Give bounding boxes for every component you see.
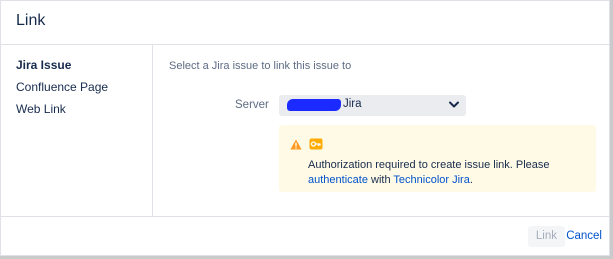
link-type-nav: Jira Issue Confluence Page Web Link [1, 45, 153, 217]
auth-warning: Authorization required to create issue l… [279, 125, 596, 192]
server-row: Server Jira [153, 95, 609, 119]
link-dialog: Link Jira Issue Confluence Page Web Link… [0, 0, 610, 256]
server-label: Server [235, 99, 269, 111]
warning-text-before: Authorization required to create issue l… [308, 159, 550, 171]
instructions-text: Select a Jira issue to link this issue t… [169, 60, 352, 72]
key-icon [309, 137, 323, 155]
cancel-button[interactable]: Cancel [566, 226, 602, 247]
warning-text-mid: with [371, 174, 391, 186]
warning-text-end: . [469, 174, 473, 186]
jira-issue-panel: Select a Jira issue to link this issue t… [153, 45, 609, 217]
authenticate-link[interactable]: authenticate [308, 174, 368, 186]
server-select-value: Jira [343, 98, 362, 110]
server-select[interactable]: Jira [279, 95, 466, 116]
dialog-title: Link [16, 12, 46, 29]
nav-item-web-link[interactable]: Web Link [1, 100, 152, 122]
chevron-down-icon [448, 100, 460, 113]
warning-icon [290, 137, 302, 155]
nav-item-confluence-page[interactable]: Confluence Page [1, 78, 152, 100]
nav-item-jira-issue[interactable]: Jira Issue [1, 56, 152, 78]
dialog-header: Link [1, 1, 609, 45]
dialog-footer: Link Cancel [1, 216, 609, 255]
server-link[interactable]: Technicolor Jira [393, 174, 469, 186]
link-button[interactable]: Link [527, 226, 565, 247]
redaction-mark [287, 99, 341, 111]
dialog-body: Jira Issue Confluence Page Web Link Sele… [1, 45, 609, 217]
warning-message: Authorization required to create issue l… [308, 158, 588, 188]
